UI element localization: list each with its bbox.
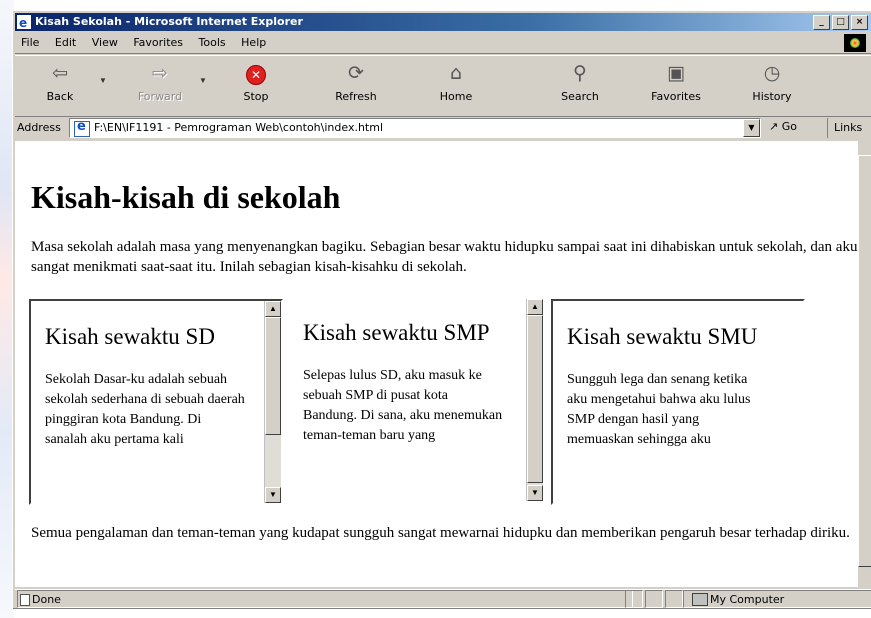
frame-smp-title: Kisah sewaktu SMP bbox=[303, 320, 490, 345]
forward-dropdown-icon[interactable]: ▼ bbox=[199, 76, 207, 85]
frame-sd-scrollbar[interactable]: ▲ ▼ bbox=[264, 301, 281, 503]
back-dropdown-icon[interactable]: ▼ bbox=[99, 76, 107, 85]
zone-text: My Computer bbox=[710, 593, 785, 606]
scroll-up-icon[interactable]: ▲ bbox=[527, 299, 543, 315]
frame-smp-text: Selepas lulus SD, aku masuk ke sebuah SM… bbox=[303, 368, 503, 443]
back-button[interactable]: ⇦ Back bbox=[25, 60, 95, 110]
frame-smu-text: Sungguh lega dan senang ketika aku menge… bbox=[567, 372, 751, 447]
stop-icon: ✕ bbox=[246, 65, 266, 85]
favorites-label: Favorites bbox=[651, 90, 701, 103]
history-icon: ◷ bbox=[763, 62, 781, 84]
minimize-button[interactable]: _ bbox=[813, 15, 830, 30]
security-zone-panel: My Computer bbox=[683, 590, 871, 608]
forward-arrow-icon: ⇨ bbox=[152, 62, 168, 84]
browser-window: e Kisah Sekolah - Microsoft Internet Exp… bbox=[12, 10, 871, 609]
address-value: F:\EN\IF1191 - Pemrograman Web\contoh\in… bbox=[94, 121, 384, 134]
status-panel-blank-1 bbox=[625, 590, 643, 608]
frame-smu[interactable]: Kisah sewaktu SMU Sungguh lega dan senan… bbox=[551, 299, 805, 505]
menu-bar: File Edit View Favorites Tools Help bbox=[15, 33, 871, 54]
address-input[interactable]: F:\EN\IF1191 - Pemrograman Web\contoh\in… bbox=[69, 118, 761, 138]
frame-smp[interactable]: Kisah sewaktu SMP Selepas lulus SD, aku … bbox=[297, 299, 543, 501]
maximize-button[interactable]: □ bbox=[832, 15, 849, 30]
address-label: Address bbox=[17, 121, 61, 134]
intro-paragraph: Masa sekolah adalah masa yang menyenangk… bbox=[31, 239, 858, 275]
address-dropdown-icon[interactable]: ▼ bbox=[743, 119, 760, 137]
menu-favorites[interactable]: Favorites bbox=[133, 36, 183, 49]
favorites-folder-icon: ▣ bbox=[667, 62, 685, 84]
go-label: Go bbox=[781, 120, 797, 133]
frame-smu-title: Kisah sewaktu SMU bbox=[567, 324, 758, 349]
page-heading: Kisah-kisah di sekolah bbox=[31, 179, 341, 215]
scroll-thumb[interactable] bbox=[527, 315, 543, 483]
ie-app-icon: e bbox=[17, 15, 31, 30]
page-content: Kisah-kisah di sekolah Masa sekolah adal… bbox=[15, 141, 858, 587]
frame-sd[interactable]: Kisah sewaktu SD Sekolah Dasar-ku adalah… bbox=[29, 299, 283, 505]
done-page-icon bbox=[20, 594, 30, 606]
status-panel-blank-3 bbox=[665, 590, 683, 608]
page-scrollbar[interactable] bbox=[858, 141, 871, 587]
refresh-icon: ⟳ bbox=[348, 62, 364, 84]
page-icon bbox=[74, 118, 90, 137]
search-icon: ⚲ bbox=[573, 62, 587, 84]
svg-text:e: e bbox=[19, 16, 27, 29]
scroll-down-icon[interactable]: ▼ bbox=[265, 487, 281, 503]
standard-toolbar: ⇦ Back ▼ ⇨ Forward ▼ ✕ Stop ⟳ Refresh ⌂ … bbox=[15, 55, 871, 117]
windows-logo-icon bbox=[844, 34, 866, 52]
menu-tools[interactable]: Tools bbox=[199, 36, 226, 49]
scroll-thumb[interactable] bbox=[265, 317, 281, 435]
stop-label: Stop bbox=[243, 90, 269, 103]
status-panel-blank-2 bbox=[645, 590, 663, 608]
stop-button[interactable]: ✕ Stop bbox=[221, 60, 291, 110]
forward-label: Forward bbox=[137, 90, 183, 103]
menu-help[interactable]: Help bbox=[241, 36, 266, 49]
scroll-down-icon[interactable]: ▼ bbox=[527, 485, 543, 501]
forward-button[interactable]: ⇨ Forward bbox=[125, 60, 195, 110]
menu-view[interactable]: View bbox=[92, 36, 118, 49]
status-bar: Done My Computer bbox=[15, 589, 871, 608]
home-button[interactable]: ⌂ Home bbox=[421, 60, 491, 110]
page-scroll-thumb[interactable] bbox=[858, 155, 871, 567]
history-button[interactable]: ◷ History bbox=[737, 60, 807, 110]
title-bar[interactable]: e Kisah Sekolah - Microsoft Internet Exp… bbox=[15, 13, 871, 31]
close-button[interactable]: × bbox=[851, 15, 868, 30]
my-computer-icon bbox=[692, 593, 708, 606]
refresh-button[interactable]: ⟳ Refresh bbox=[321, 60, 391, 110]
menu-edit[interactable]: Edit bbox=[55, 36, 76, 49]
window-title: Kisah Sekolah - Microsoft Internet Explo… bbox=[35, 15, 303, 28]
home-icon: ⌂ bbox=[449, 62, 463, 84]
status-text-panel: Done bbox=[17, 590, 633, 608]
search-label: Search bbox=[561, 90, 599, 103]
frame-sd-text: Sekolah Dasar-ku adalah sebuah sekolah s… bbox=[45, 372, 245, 447]
links-button[interactable]: Links bbox=[827, 118, 862, 138]
frame-sd-title: Kisah sewaktu SD bbox=[45, 324, 215, 349]
menu-file[interactable]: File bbox=[21, 36, 39, 49]
address-bar: Address F:\EN\IF1191 - Pemrograman Web\c… bbox=[15, 117, 871, 139]
favorites-button[interactable]: ▣ Favorites bbox=[641, 60, 711, 110]
go-button[interactable]: ↗ Go bbox=[769, 120, 797, 133]
search-button[interactable]: ⚲ Search bbox=[545, 60, 615, 110]
refresh-label: Refresh bbox=[335, 90, 377, 103]
back-label: Back bbox=[46, 90, 74, 103]
back-arrow-icon: ⇦ bbox=[52, 62, 68, 84]
scroll-up-icon[interactable]: ▲ bbox=[265, 301, 281, 317]
go-arrow-icon: ↗ bbox=[769, 120, 782, 133]
history-label: History bbox=[752, 90, 792, 103]
closing-paragraph: Semua pengalaman dan teman-teman yang ku… bbox=[31, 525, 850, 541]
status-text: Done bbox=[32, 593, 61, 606]
frame-smp-scrollbar[interactable]: ▲ ▼ bbox=[526, 299, 543, 501]
home-label: Home bbox=[439, 90, 473, 103]
